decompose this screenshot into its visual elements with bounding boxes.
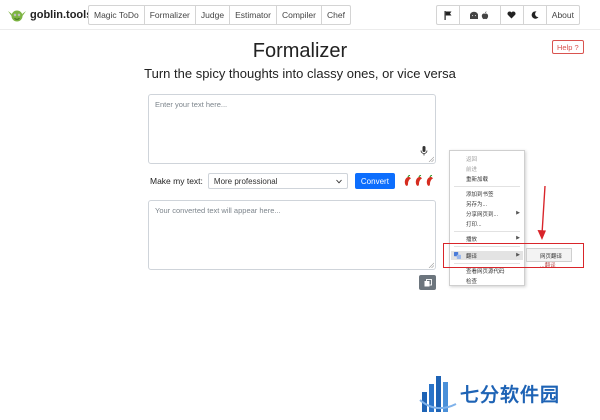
ctx-view-source[interactable]: 查看网页源代码 [466,267,505,275]
resize-grip-icon[interactable] [428,156,434,162]
goblin-logo-icon [8,10,26,22]
ctx-save-as[interactable]: 另存为... [466,200,487,208]
tool-nav: Magic ToDo Formalizer Judge Estimator Co… [88,5,351,25]
page-subtitle: Turn the spicy thoughts into classy ones… [144,66,456,81]
donate-button[interactable] [499,5,524,25]
nav-magic-todo[interactable]: Magic ToDo [88,5,145,25]
convert-button[interactable]: Convert [354,173,395,189]
ctx-share[interactable]: 分享网页到... [466,210,498,218]
chevron-down-icon [336,179,342,184]
ctx-back[interactable]: 返回 [466,155,477,163]
chili-pepper-icon [404,175,411,186]
ctx-print[interactable]: 打印... [466,220,482,228]
moon-icon [531,11,539,19]
about-button[interactable]: About [545,5,580,25]
brand-name: goblin.tools [30,9,93,21]
android-apple-icon [469,10,488,19]
watermark-logo-icon [419,376,457,412]
style-select-value: More professional [213,176,278,186]
help-button[interactable]: Help ? [552,40,584,54]
microphone-icon[interactable] [420,146,428,156]
ctx-bookmark[interactable]: 添加到书签 [466,190,494,198]
chili-pepper-icon [415,175,422,186]
page-title: Formalizer [252,40,348,62]
ctx-reload[interactable]: 重新加载 [466,175,488,183]
style-select[interactable]: More professional [207,173,348,189]
ctx-submenu-arrow-icon: ▶ [516,235,520,241]
chili-pepper-icon [426,175,433,186]
ctx-forward[interactable]: 前进 [466,165,477,173]
nav-estimator[interactable]: Estimator [229,5,277,25]
heart-icon [507,11,516,19]
conversion-controls: Make my text: More professional Convert [150,172,436,190]
nav-chef[interactable]: Chef [320,5,351,25]
resize-grip-icon[interactable] [428,262,434,268]
ctx-cast[interactable]: 播放 [466,235,477,243]
brand[interactable]: goblin.tools [8,6,92,24]
watermark-text: 七分软件园 [460,385,561,406]
theme-toggle-button[interactable] [522,5,547,25]
flag-button[interactable] [435,5,460,25]
input-placeholder: Enter your text here... [155,100,228,109]
flag-icon [444,10,452,20]
nav-right-group: About [435,5,580,25]
nav-compiler[interactable]: Compiler [275,5,322,25]
make-my-text-label: Make my text: [150,176,203,186]
spiciness-level[interactable] [403,175,436,187]
apps-button[interactable] [458,5,501,25]
ctx-separator [454,186,520,187]
output-textarea[interactable]: Your converted text will appear here... [148,200,436,270]
copy-button[interactable] [419,275,436,290]
top-navbar: goblin.tools Magic ToDo Formalizer Judge… [0,0,600,30]
annotation-highlight-box [443,243,584,268]
nav-judge[interactable]: Judge [194,5,231,25]
ctx-inspect[interactable]: 检查 [466,277,477,285]
ctx-separator [454,231,520,232]
copy-icon [424,278,432,286]
ctx-submenu-arrow-icon: ▶ [516,210,520,216]
input-textarea[interactable]: Enter your text here... [148,94,436,164]
nav-formalizer[interactable]: Formalizer [143,5,196,25]
output-placeholder: Your converted text will appear here... [155,206,281,215]
